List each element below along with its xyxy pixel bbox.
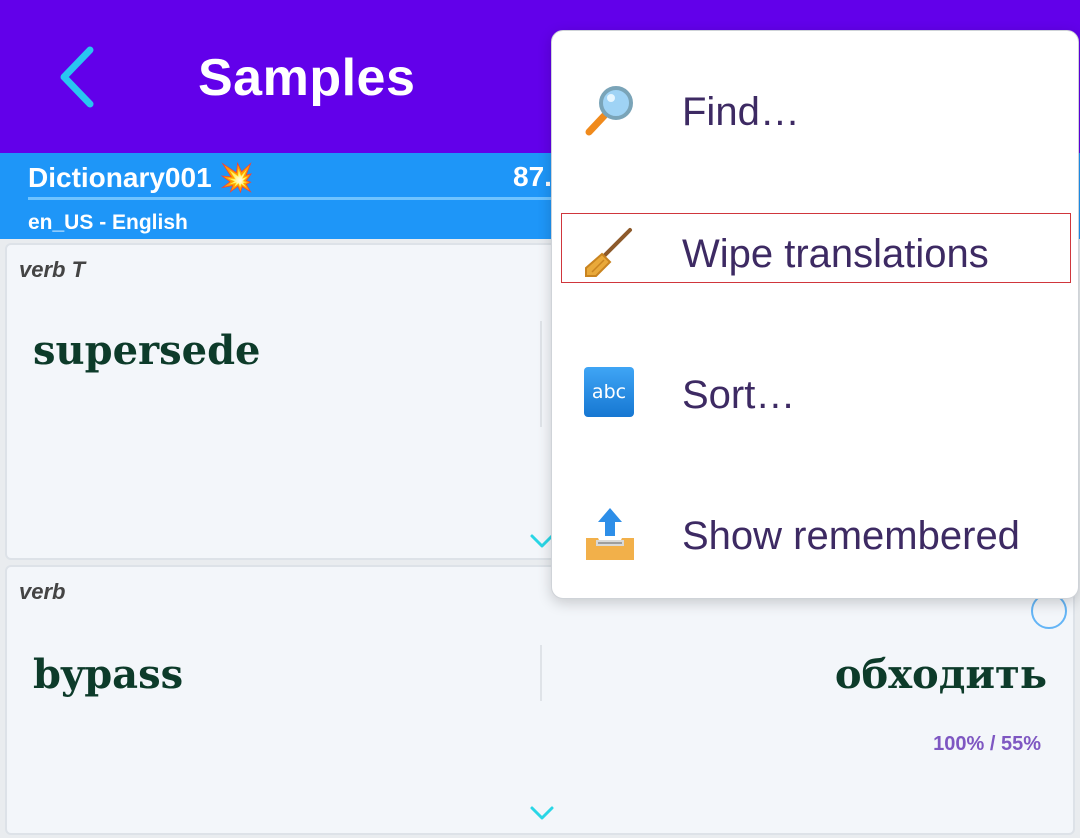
- menu-item-label: Show remembered: [682, 514, 1020, 558]
- dictionary-underline: [28, 197, 588, 200]
- card-divider: [540, 321, 542, 427]
- chevron-down-icon[interactable]: [529, 805, 555, 821]
- chevron-left-icon[interactable]: [48, 42, 108, 112]
- abc-icon-text: abc: [591, 381, 627, 403]
- part-of-speech: verb T: [19, 257, 86, 282]
- menu-item-find[interactable]: Find…: [552, 46, 1080, 166]
- magnifier-icon: [585, 86, 633, 136]
- page-title: Samples: [198, 49, 416, 107]
- menu-item-show-remembered[interactable]: Show remembered: [552, 470, 1080, 590]
- menu-item-label: Find…: [682, 90, 800, 134]
- menu-item-label: Sort…: [682, 373, 796, 417]
- dictionary-language: en_US - English: [28, 211, 188, 234]
- menu-item-sort[interactable]: abc Sort…: [552, 329, 1080, 449]
- overflow-menu: Find… Wipe translations abc Sort… Show r…: [551, 30, 1079, 599]
- dictionary-name: Dictionary001 💥: [28, 162, 255, 193]
- selection-highlight: [561, 213, 1071, 283]
- outbox-tray-icon: [586, 508, 634, 560]
- word-card[interactable]: verb bypass обходить 100% / 55%: [5, 565, 1075, 835]
- progress-text: 100% / 55%: [933, 733, 1041, 755]
- word-text: bypass: [33, 651, 184, 698]
- abc-icon: abc: [584, 367, 634, 417]
- dictionary-count: 87.: [513, 161, 552, 192]
- card-divider: [540, 645, 542, 701]
- part-of-speech: verb: [19, 579, 66, 604]
- translation-text: обходить: [834, 651, 1047, 698]
- word-text: supersede: [33, 327, 261, 374]
